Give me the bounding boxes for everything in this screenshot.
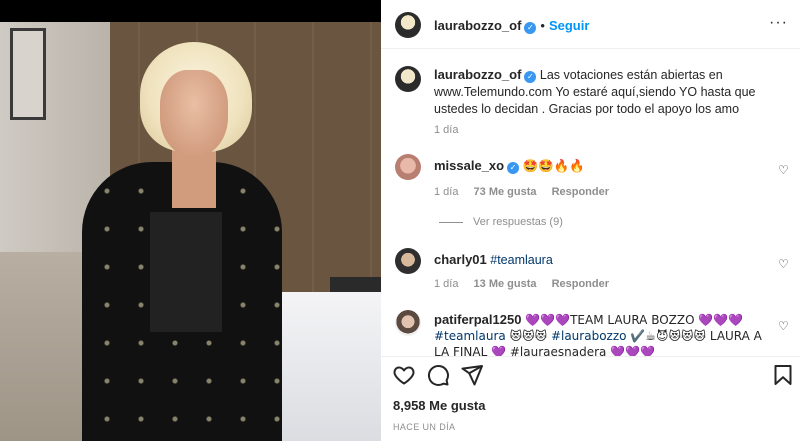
photo-top [150, 212, 222, 332]
view-replies-button[interactable]: Ver respuestas (9) [439, 216, 563, 228]
comment-text: 🤩🤩🔥🔥 [522, 158, 585, 173]
comment-likes[interactable]: 73 Me gusta [474, 186, 537, 198]
comment-hashtag[interactable]: #laurabozzo [551, 329, 627, 343]
follow-button[interactable]: Seguir [549, 18, 589, 33]
comment-meta: 1 día 73 Me gusta Responder [434, 186, 621, 198]
bookmark-icon[interactable] [771, 363, 795, 387]
comment-text-line1: 💜💜💜TEAM LAURA BOZZO 💜💜💜 [525, 313, 744, 327]
photo-frame [10, 28, 46, 120]
comment-likes[interactable]: 13 Me gusta [474, 278, 537, 290]
photo-neck [172, 148, 216, 208]
header-divider [381, 48, 800, 49]
comment-meta: 1 día 13 Me gusta Responder [434, 278, 621, 290]
more-options-icon[interactable]: ··· [769, 14, 788, 32]
view-replies-label: Ver respuestas (9) [473, 216, 563, 228]
action-bar [381, 357, 800, 393]
comment-username[interactable]: missale_xo [434, 158, 504, 173]
comment-hashtag[interactable]: #teamlaura [434, 329, 506, 343]
caption: laurabozzo_of ✓ Las votaciones están abie… [381, 60, 800, 140]
post-image-pane [0, 0, 381, 441]
post-photo[interactable] [0, 22, 381, 441]
caption-meta: 1 día [434, 124, 470, 136]
post-side-panel: laurabozzo_of ✓ • Seguir ··· laurabozzo_of ✓… [381, 0, 800, 441]
verified-badge-icon: ✓ [524, 22, 537, 34]
comment-age[interactable]: 1 día [434, 186, 458, 198]
comment-hashtag[interactable]: #teamlaura [490, 253, 553, 267]
comment-username[interactable]: patiferpal1250 [434, 312, 521, 327]
comment-like-icon[interactable]: ♡ [778, 258, 790, 270]
photo-face [160, 70, 228, 156]
author-avatar[interactable] [395, 12, 421, 38]
caption-avatar[interactable] [395, 66, 421, 92]
comment-avatar[interactable] [395, 310, 421, 336]
send-icon[interactable] [460, 363, 484, 387]
reply-button[interactable]: Responder [552, 186, 609, 198]
comment-item: patiferpal1250 💜💜💜TEAM LAURA BOZZO 💜💜💜 #… [381, 306, 800, 356]
post-timestamp[interactable]: HACE UN DÍA [393, 422, 455, 432]
heart-icon[interactable] [392, 363, 416, 387]
comment-icon[interactable] [426, 363, 450, 387]
caption-age[interactable]: 1 día [434, 124, 458, 136]
comment-like-icon[interactable]: ♡ [778, 320, 790, 332]
reply-button[interactable]: Responder [552, 278, 609, 290]
comment-like-icon[interactable]: ♡ [778, 164, 790, 176]
view-replies-line [439, 221, 463, 223]
comment-avatar[interactable] [395, 154, 421, 180]
post-header: laurabozzo_of ✓ • Seguir ··· [381, 0, 800, 50]
header-separator: • [540, 18, 545, 33]
post-likes-count[interactable]: 8,958 Me gusta [393, 398, 486, 413]
comment-item: missale_xo ✓ 🤩🤩🔥🔥 ♡ 1 día 73 Me gusta Res… [381, 150, 800, 240]
comment-text-line3: LA FINAL 💜 #lauraesnadera 💜💜💜 [434, 345, 656, 356]
caption-username[interactable]: laurabozzo_of [434, 67, 521, 82]
comment-item: charly01 #teamlaura ♡ 1 día 13 Me gusta … [381, 244, 800, 300]
comment-text-line2b: ✔️☕😈😻😻😻 LAURA A [626, 329, 762, 343]
verified-badge-icon: ✓ [524, 71, 537, 83]
comment-age[interactable]: 1 día [434, 278, 458, 290]
author-username[interactable]: laurabozzo_of [434, 18, 521, 33]
verified-badge-icon: ✓ [507, 162, 520, 174]
comment-username[interactable]: charly01 [434, 252, 487, 267]
comment-text-line2a: 😻😻😻 [505, 329, 548, 343]
comment-avatar[interactable] [395, 248, 421, 274]
